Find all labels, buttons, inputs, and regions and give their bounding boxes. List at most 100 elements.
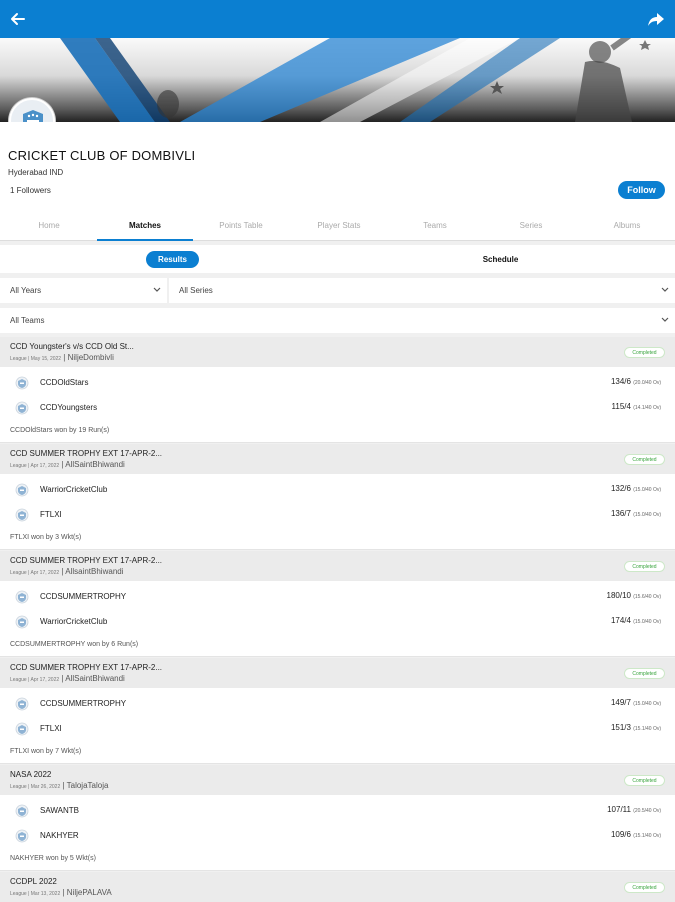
- score-runs: 136/7: [610, 509, 631, 518]
- score-overs: (20.5/40 Ov): [633, 808, 661, 814]
- score-overs: (15.1/40 Ov): [633, 833, 661, 839]
- match-card-header[interactable]: CCDPL 2022 League | Mar 13, 2022 | NiljeP…: [0, 872, 675, 902]
- score-runs: 132/6: [610, 484, 631, 493]
- team-row: FTLXI 151/3 (15.1/40 Ov): [0, 717, 675, 741]
- status-badge: Completed: [624, 775, 665, 786]
- tab-series[interactable]: Series: [483, 212, 579, 241]
- team-filter-label: All Teams: [10, 316, 45, 325]
- chevron-down-icon: [661, 317, 669, 322]
- team-score: 134/6 (20.0/40 Ov): [611, 377, 661, 386]
- team-logo-icon: [15, 483, 29, 497]
- match-venue: NiljePALAVA: [66, 888, 112, 897]
- team-logo-icon: [15, 376, 29, 390]
- results-schedule-toggle: Results Schedule: [0, 245, 675, 273]
- match-card-body[interactable]: CCDSUMMERTROPHY 149/7 (15.0/40 Ov) FTLXI 15…: [0, 688, 675, 764]
- team-row: CCDYoungsters 115/4 (14.1/40 Ov): [0, 396, 675, 420]
- team-score: 136/7 (15.0/40 Ov): [611, 509, 661, 518]
- score-runs: 180/10: [606, 591, 631, 600]
- team-name: CCDOldStars: [40, 378, 89, 387]
- match-type: League: [10, 356, 27, 362]
- score-overs: (15.6/40 Ov): [633, 594, 661, 600]
- team-score: 109/6 (15.1/40 Ov): [611, 830, 661, 839]
- match-card-header[interactable]: NASA 2022 League | Mar 26, 2022 | TalojaT…: [0, 765, 675, 795]
- tab-points-table[interactable]: Points Table: [193, 212, 289, 241]
- schedule-segment[interactable]: Schedule: [473, 251, 528, 268]
- team-logo-icon: [15, 722, 29, 736]
- match-date: Mar 26, 2022: [30, 784, 61, 790]
- match-type: League: [10, 677, 27, 683]
- follow-button[interactable]: Follow: [618, 181, 665, 199]
- team-name: FTLXI: [40, 510, 62, 519]
- match-meta: League | May 15, 2022 | NiljeDombivli: [10, 353, 114, 362]
- cricket-banner-graphic: [60, 38, 651, 122]
- year-filter-label: All Years: [10, 286, 42, 295]
- status-badge: Completed: [624, 347, 665, 358]
- team-name: CCDYoungsters: [40, 403, 98, 412]
- tab-teams[interactable]: Teams: [387, 212, 483, 241]
- team-row: FTLXI 136/7 (15.0/40 Ov): [0, 503, 675, 527]
- score-runs: 149/7: [610, 698, 631, 707]
- chevron-down-icon: [153, 287, 161, 292]
- team-score: 149/7 (15.0/40 Ov): [611, 698, 661, 707]
- match-result: NAKHYER won by 5 Wkt(s): [10, 855, 96, 862]
- match-type: League: [10, 463, 27, 469]
- match-result: FTLXI won by 3 Wkt(s): [10, 534, 82, 541]
- status-badge: Completed: [624, 668, 665, 679]
- results-segment[interactable]: Results: [146, 251, 199, 268]
- team-row: SAWANTB 107/11 (20.5/40 Ov): [0, 799, 675, 823]
- app-bar: [0, 0, 675, 38]
- team-score: 180/10 (15.6/40 Ov): [607, 591, 662, 600]
- team-name: FTLXI: [40, 724, 62, 733]
- follower-count[interactable]: 1 Followers: [10, 186, 51, 195]
- match-card-body[interactable]: CCDSUMMERTROPHY 180/10 (15.6/40 Ov) Warrio…: [0, 581, 675, 657]
- team-name: CCDSUMMERTROPHY: [40, 592, 127, 601]
- match-date: Mar 13, 2022: [30, 891, 61, 897]
- match-title: CCD Youngster's v/s CCD Old St...: [10, 342, 134, 351]
- match-card-body[interactable]: CCDOldStars 134/6 (20.0/40 Ov) CCDYoungste…: [0, 367, 675, 443]
- match-meta: League | Apr 17, 2022 | AllSaintBhiwandi: [10, 460, 125, 469]
- year-filter-dropdown[interactable]: All Years: [0, 278, 167, 303]
- status-badge: Completed: [624, 882, 665, 893]
- tab-matches[interactable]: Matches: [97, 212, 193, 241]
- team-logo-icon: [15, 697, 29, 711]
- score-runs: 107/11: [607, 805, 631, 814]
- match-card-body[interactable]: WarriorCricketClub 132/6 (15.0/40 Ov) FTLX…: [0, 474, 675, 550]
- match-result: CCDSUMMERTROPHY won by 6 Run(s): [10, 641, 139, 648]
- tab-player-stats[interactable]: Player Stats: [291, 212, 387, 241]
- match-result: FTLXI won by 7 Wkt(s): [10, 748, 82, 755]
- match-date: May 15, 2022: [30, 356, 62, 362]
- tab-bar: Home Matches Points Table Player Stats T…: [0, 212, 675, 241]
- team-logo-icon: [15, 804, 29, 818]
- score-runs: 134/6: [610, 377, 631, 386]
- team-filter-dropdown[interactable]: All Teams: [0, 308, 675, 333]
- match-card-header[interactable]: CCD Youngster's v/s CCD Old St... League …: [0, 337, 675, 367]
- score-runs: 174/4: [610, 616, 631, 625]
- tab-albums[interactable]: Albums: [579, 212, 675, 241]
- back-arrow-icon[interactable]: [8, 9, 28, 29]
- match-card-header[interactable]: CCD SUMMER TROPHY EXT 17-APR-2... League …: [0, 658, 675, 688]
- tab-home[interactable]: Home: [1, 212, 97, 241]
- match-meta: League | Mar 26, 2022 | TalojaTaloja: [10, 781, 108, 790]
- team-row: CCDOldStars 134/6 (20.0/40 Ov): [0, 371, 675, 395]
- match-card-body[interactable]: SAWANTB 107/11 (20.5/40 Ov) NAKHYER 109/6 (…: [0, 795, 675, 871]
- status-badge: Completed: [624, 454, 665, 465]
- match-date: Apr 17, 2022: [30, 677, 60, 683]
- team-row: WarriorCricketClub 132/6 (15.0/40 Ov): [0, 478, 675, 502]
- team-row: CCDSUMMERTROPHY 149/7 (15.0/40 Ov): [0, 692, 675, 716]
- match-title: CCDPL 2022: [10, 877, 57, 886]
- team-score: 107/11 (20.5/40 Ov): [607, 805, 661, 814]
- team-name: CCDSUMMERTROPHY: [40, 699, 127, 708]
- score-runs: 151/3: [610, 723, 631, 732]
- score-overs: (15.0/40 Ov): [633, 619, 661, 625]
- club-location: Hyderabad IND: [8, 168, 64, 177]
- series-filter-label: All Series: [179, 286, 213, 295]
- series-filter-dropdown[interactable]: All Series: [169, 278, 675, 303]
- match-card-header[interactable]: CCD SUMMER TROPHY EXT 17-APR-2... League …: [0, 444, 675, 474]
- score-overs: (15.0/40 Ov): [633, 487, 661, 493]
- team-name: WarriorCricketClub: [40, 485, 108, 494]
- match-card-header[interactable]: CCD SUMMER TROPHY EXT 17-APR-2... League …: [0, 551, 675, 581]
- team-name: SAWANTB: [40, 806, 79, 815]
- share-icon[interactable]: [647, 10, 665, 28]
- match-venue: AllSaintBhiwandi: [65, 460, 125, 469]
- team-logo-icon: [15, 508, 29, 522]
